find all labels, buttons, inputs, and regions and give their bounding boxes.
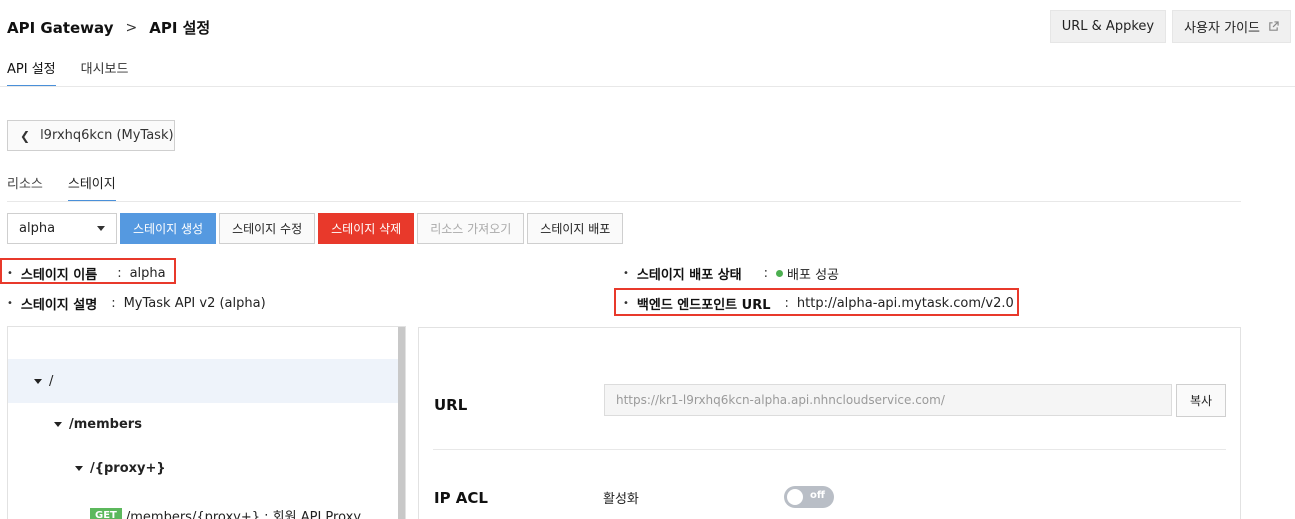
bullet: • — [7, 298, 13, 309]
stage-name-label: 스테이지 이름 — [20, 268, 98, 283]
breadcrumb: API Gateway > API 설정 — [7, 17, 210, 38]
backend-url-label: 백엔드 엔드포인트 URL — [636, 298, 771, 313]
tree-item-root[interactable]: / — [8, 359, 399, 403]
page-title: API 설정 — [149, 19, 211, 37]
main-tabs: API 설정 대시보드 — [7, 58, 153, 87]
stage-name-row: • 스테이지 이름 : alpha — [7, 264, 166, 283]
delete-stage-button[interactable]: 스테이지 삭제 — [318, 213, 415, 244]
external-link-icon — [1269, 21, 1279, 31]
get-method-badge: GET — [90, 507, 122, 519]
bullet: • — [7, 268, 13, 279]
stage-url-field[interactable]: https://kr1-l9rxhq6kcn-alpha.api.nhnclou… — [604, 384, 1172, 416]
stage-desc-row: • 스테이지 설명 : MyTask API v2 (alpha) — [7, 294, 266, 313]
stage-select[interactable]: alpha — [7, 213, 117, 244]
sub-tabs: 리소스 스테이지 — [7, 173, 141, 202]
tab-stages[interactable]: 스테이지 — [67, 173, 116, 202]
caret-down-icon — [97, 226, 105, 231]
deploy-status-row: • 스테이지 배포 상태 : 배포 성공 — [623, 264, 839, 283]
deploy-status-value: 배포 성공 — [787, 268, 840, 283]
stage-toolbar: alpha 스테이지 생성 스테이지 수정 스테이지 삭제 리소스 가져오기 스… — [7, 213, 624, 244]
deploy-status-label: 스테이지 배포 상태 — [636, 268, 742, 283]
colon: : — [111, 296, 116, 311]
triangle-down-icon — [75, 465, 83, 471]
stage-detail-panel: URL https://kr1-l9rxhq6kcn-alpha.api.nhn… — [418, 327, 1241, 519]
stage-desc-label: 스테이지 설명 — [20, 298, 98, 313]
tree-item-label: / — [49, 373, 54, 389]
toggle-knob — [787, 489, 803, 505]
tree-item-label: /{proxy+} — [90, 460, 166, 476]
triangle-down-icon — [34, 378, 42, 384]
stage-name-value: alpha — [129, 266, 166, 281]
tab-dashboard[interactable]: 대시보드 — [81, 58, 129, 87]
deploy-stage-button[interactable]: 스테이지 배포 — [527, 213, 624, 244]
tree-item-get-method[interactable]: GET /members/{proxy+} : 회원 API Proxy — [90, 505, 361, 519]
toggle-state-text: off — [810, 490, 825, 501]
bullet: • — [623, 268, 629, 279]
backend-url-row: • 백엔드 엔드포인트 URL : http://alpha-api.mytas… — [623, 294, 1014, 313]
tree-item-label: /members/{proxy+} : 회원 API Proxy — [125, 509, 362, 519]
breadcrumb-root[interactable]: API Gateway — [7, 19, 113, 37]
tab-api-settings[interactable]: API 설정 — [7, 58, 56, 87]
tab-resources[interactable]: 리소스 — [7, 173, 43, 202]
bullet: • — [623, 298, 629, 309]
top-button-group: URL & Appkey 사용자 가이드 — [1049, 10, 1291, 43]
import-resources-button: 리소스 가져오기 — [417, 213, 525, 244]
tree-item-label: /members — [69, 416, 142, 432]
sub-divider — [7, 201, 1241, 202]
url-appkey-button[interactable]: URL & Appkey — [1049, 10, 1167, 43]
back-button-label: l9rxhq6kcn (MyTask) — [40, 128, 174, 143]
backend-url-value: http://alpha-api.mytask.com/v2.0 — [796, 296, 1014, 311]
back-to-api-button[interactable]: ❮ l9rxhq6kcn (MyTask) — [7, 120, 175, 151]
stage-select-value: alpha — [19, 221, 56, 236]
create-stage-button[interactable]: 스테이지 생성 — [120, 213, 217, 244]
ip-acl-toggle[interactable]: off — [784, 486, 834, 508]
copy-url-button[interactable]: 복사 — [1176, 384, 1226, 417]
status-dot-icon — [776, 270, 784, 277]
stage-url-value: https://kr1-l9rxhq6kcn-alpha.api.nhnclou… — [616, 393, 945, 407]
tree-item-proxy[interactable]: /{proxy+} — [75, 458, 166, 478]
colon: : — [763, 266, 769, 281]
breadcrumb-separator-icon: > — [125, 19, 138, 36]
panel-divider — [433, 449, 1226, 450]
user-guide-button[interactable]: 사용자 가이드 — [1172, 10, 1291, 43]
colon: : — [784, 296, 789, 311]
chevron-left-icon: ❮ — [20, 128, 31, 143]
user-guide-label: 사용자 가이드 — [1184, 21, 1260, 36]
main-divider — [0, 86, 1295, 87]
edit-stage-button[interactable]: 스테이지 수정 — [219, 213, 316, 244]
url-appkey-label: URL & Appkey — [1061, 19, 1155, 34]
resource-tree: / /members /{proxy+} GET /members/{proxy… — [7, 326, 406, 519]
tree-item-members[interactable]: /members — [54, 414, 142, 434]
ip-acl-activate-label: 활성화 — [603, 492, 639, 507]
ip-acl-label: IP ACL — [434, 489, 488, 507]
url-label: URL — [434, 396, 468, 414]
tree-scrollbar[interactable] — [398, 327, 405, 519]
colon: : — [117, 266, 122, 281]
triangle-down-icon — [54, 421, 62, 427]
stage-desc-value: MyTask API v2 (alpha) — [123, 296, 266, 311]
